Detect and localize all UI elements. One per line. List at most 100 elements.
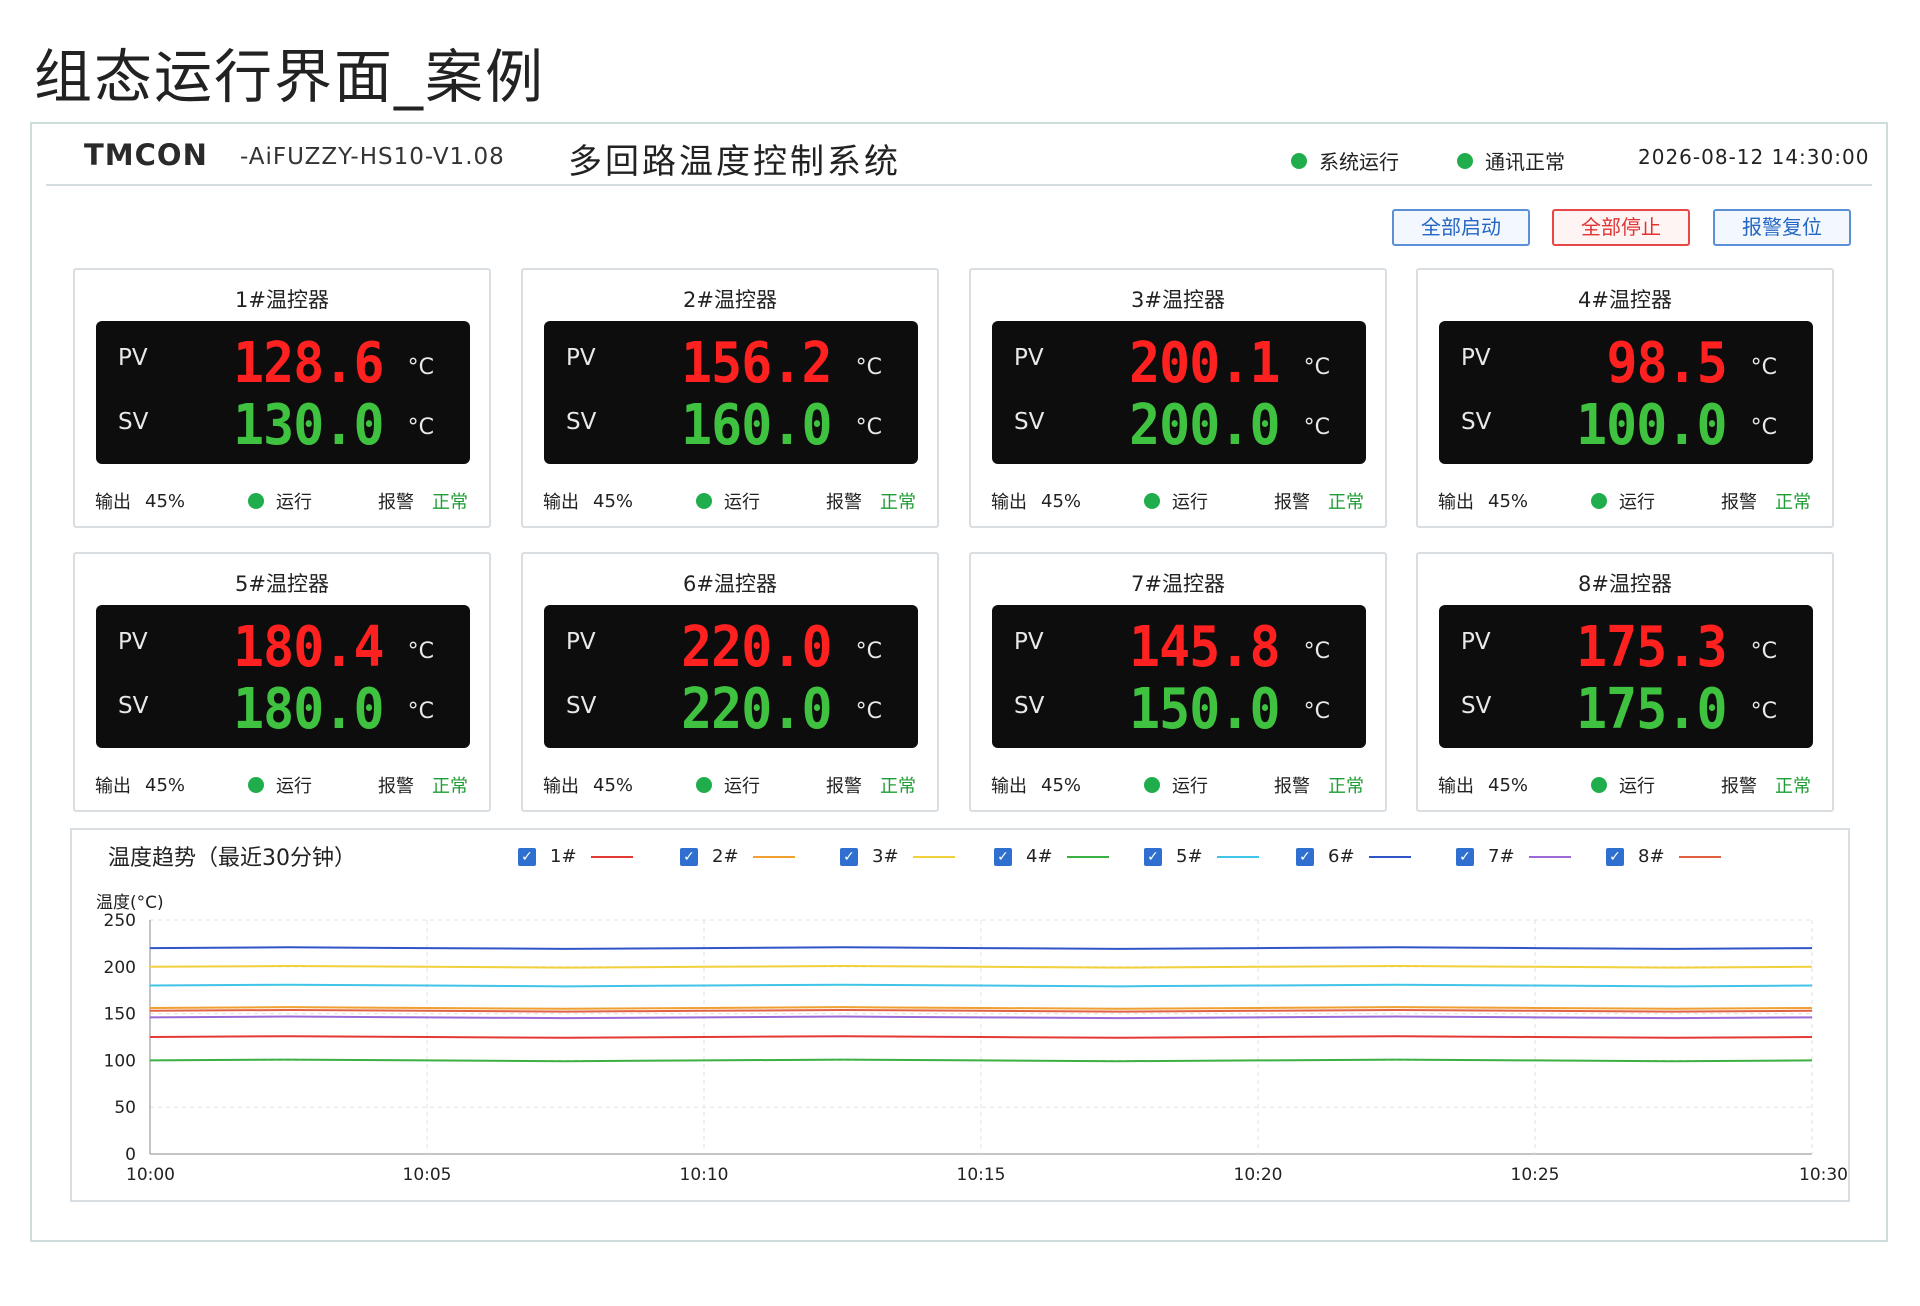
sv-label: SV xyxy=(1014,409,1045,435)
alarm-status-value: 正常 xyxy=(880,776,916,797)
alarm-status-value: 正常 xyxy=(432,776,468,797)
y-tick-label: 250 xyxy=(104,911,136,931)
sv-value: 150.0 xyxy=(1129,677,1281,742)
controller-title: 3#温控器 xyxy=(1131,288,1225,312)
status-system-running: 系统运行 xyxy=(1291,146,1399,175)
y-tick-label: 100 xyxy=(104,1051,136,1071)
controller-title: 7#温控器 xyxy=(1131,572,1225,596)
sv-label: SV xyxy=(566,693,597,719)
start-all-button[interactable]: 全部启动 xyxy=(1392,209,1530,246)
output-info: 输出 45% xyxy=(991,772,1081,798)
pv-unit: °C xyxy=(855,639,882,664)
run-dot-icon xyxy=(1144,493,1160,509)
page-title: 组态运行界面_案例 xyxy=(34,43,546,111)
brand-logo: TMCON xyxy=(84,138,208,172)
datetime: 2026-08-12 14:30:00 xyxy=(1638,145,1870,169)
alarm-status-value: 正常 xyxy=(432,492,468,513)
run-label: 运行 xyxy=(1172,492,1208,513)
status-dot-icon xyxy=(1291,152,1307,169)
output-value: 45% xyxy=(145,490,186,512)
run-dot-icon xyxy=(696,777,712,793)
alarm-status: 报警 正常 xyxy=(826,488,916,514)
output-value: 45% xyxy=(1488,774,1529,796)
x-tick-label: 10:15 xyxy=(957,1165,1006,1185)
output-value: 45% xyxy=(1488,490,1529,512)
sv-value: 175.0 xyxy=(1576,677,1728,742)
run-status: 运行 xyxy=(248,488,312,514)
x-tick-label: 10:00 xyxy=(126,1165,175,1185)
alarm-reset-button[interactable]: 报警复位 xyxy=(1713,209,1851,246)
output-label: 输出 xyxy=(991,776,1027,797)
pv-label: PV xyxy=(1014,629,1044,655)
pv-value: 220.0 xyxy=(681,615,833,680)
sv-label: SV xyxy=(1461,693,1492,719)
controller-card[interactable]: 8#温控器 PV 175.3 °C SV 175.0 °C 输出 45% 运行 … xyxy=(1416,552,1834,812)
sv-value: 180.0 xyxy=(233,677,385,742)
output-value: 45% xyxy=(1041,490,1082,512)
output-label: 输出 xyxy=(95,776,131,797)
alarm-status-value: 正常 xyxy=(1775,492,1811,513)
sv-unit: °C xyxy=(407,415,434,440)
run-dot-icon xyxy=(248,777,264,793)
controller-display: PV 128.6 °C SV 130.0 °C xyxy=(96,321,470,464)
stop-all-button[interactable]: 全部停止 xyxy=(1552,209,1690,246)
sv-value: 100.0 xyxy=(1576,393,1728,458)
trend-chart: 0 50 100 150 200 250 10:00 10:05 10:10 10:15 10:20… xyxy=(104,911,1848,1185)
controller-title: 8#温控器 xyxy=(1578,572,1672,596)
header-bar: TMCON -AiFUZZY-HS10-V1.08 多回路温度控制系统 系统运行… xyxy=(46,124,1872,186)
controller-card[interactable]: 2#温控器 PV 156.2 °C SV 160.0 °C 输出 45% 运行 … xyxy=(521,268,939,528)
output-label: 输出 xyxy=(95,492,131,513)
controller-card[interactable]: 3#温控器 PV 200.1 °C SV 200.0 °C 输出 45% 运行 … xyxy=(969,268,1387,528)
alarm-label: 报警 xyxy=(378,776,414,797)
controller-card[interactable]: 4#温控器 PV 98.5 °C SV 100.0 °C 输出 45% 运行 报… xyxy=(1416,268,1834,528)
sv-label: SV xyxy=(566,409,597,435)
output-value: 45% xyxy=(593,774,634,796)
controller-display: PV 220.0 °C SV 220.0 °C xyxy=(544,605,918,748)
alarm-label: 报警 xyxy=(826,776,862,797)
alarm-status: 报警 正常 xyxy=(826,772,916,798)
sv-label: SV xyxy=(1014,693,1045,719)
alarm-status-value: 正常 xyxy=(1775,776,1811,797)
sv-unit: °C xyxy=(855,699,882,724)
controller-title: 6#温控器 xyxy=(683,572,777,596)
output-info: 输出 45% xyxy=(1438,488,1528,514)
output-label: 输出 xyxy=(543,492,579,513)
controller-display: PV 180.4 °C SV 180.0 °C xyxy=(96,605,470,748)
x-tick-label: 10:20 xyxy=(1234,1165,1283,1185)
controller-card[interactable]: 6#温控器 PV 220.0 °C SV 220.0 °C 输出 45% 运行 … xyxy=(521,552,939,812)
controller-title: 4#温控器 xyxy=(1578,288,1672,312)
run-status: 运行 xyxy=(1144,488,1208,514)
output-value: 45% xyxy=(593,490,634,512)
controller-card[interactable]: 5#温控器 PV 180.4 °C SV 180.0 °C 输出 45% 运行 … xyxy=(73,552,491,812)
output-value: 45% xyxy=(1041,774,1082,796)
alarm-status: 报警 正常 xyxy=(378,488,468,514)
alarm-status: 报警 正常 xyxy=(1721,488,1811,514)
run-label: 运行 xyxy=(724,492,760,513)
run-label: 运行 xyxy=(276,492,312,513)
alarm-label: 报警 xyxy=(1721,492,1757,513)
pv-unit: °C xyxy=(1303,639,1330,664)
pv-unit: °C xyxy=(407,355,434,380)
pv-value: 98.5 xyxy=(1606,331,1728,396)
y-tick-label: 150 xyxy=(104,1005,136,1025)
pv-value: 180.4 xyxy=(233,615,385,680)
run-status: 运行 xyxy=(1591,488,1655,514)
output-info: 输出 45% xyxy=(95,488,185,514)
y-tick-label: 0 xyxy=(125,1145,136,1165)
controller-card[interactable]: 7#温控器 PV 145.8 °C SV 150.0 °C 输出 45% 运行 … xyxy=(969,552,1387,812)
controller-card[interactable]: 1#温控器 PV 128.6 °C SV 130.0 °C 输出 45% 运行 … xyxy=(73,268,491,528)
sv-value: 200.0 xyxy=(1129,393,1281,458)
controller-display: PV 156.2 °C SV 160.0 °C xyxy=(544,321,918,464)
output-label: 输出 xyxy=(1438,492,1474,513)
status-dot-icon xyxy=(1457,152,1473,169)
run-label: 运行 xyxy=(1619,492,1655,513)
alarm-status: 报警 正常 xyxy=(1274,772,1364,798)
output-label: 输出 xyxy=(1438,776,1474,797)
sv-unit: °C xyxy=(1750,415,1777,440)
status-system-label: 系统运行 xyxy=(1319,150,1399,174)
controller-title: 1#温控器 xyxy=(235,288,329,312)
y-tick-label: 200 xyxy=(104,958,136,978)
pv-label: PV xyxy=(566,345,596,371)
output-label: 输出 xyxy=(991,492,1027,513)
x-tick-label: 10:10 xyxy=(680,1165,729,1185)
